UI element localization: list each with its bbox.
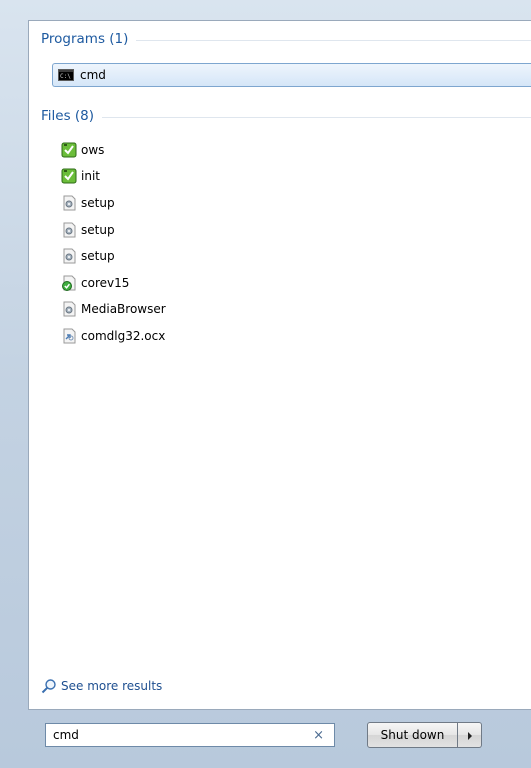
group-divider xyxy=(136,39,531,41)
checked-file-icon xyxy=(61,275,77,291)
see-more-label: See more results xyxy=(61,679,163,693)
settings-file-icon xyxy=(61,301,77,317)
start-menu-bottom-bar: cmd × Shut down xyxy=(28,709,531,759)
file-item-label: MediaBrowser xyxy=(81,302,166,316)
file-item-label: setup xyxy=(81,223,115,237)
group-divider xyxy=(102,116,531,118)
script-file-icon xyxy=(61,142,77,158)
svg-text:C:\: C:\ xyxy=(60,73,71,80)
search-icon xyxy=(41,678,57,694)
settings-file-icon xyxy=(61,248,77,264)
chevron-right-icon xyxy=(466,726,474,745)
script-file-icon xyxy=(61,168,77,184)
search-results-panel: Programs (1) C:\ cmd Files (8) ows init … xyxy=(28,20,531,710)
file-item-label: setup xyxy=(81,249,115,263)
file-item-mediabrowser[interactable]: MediaBrowser xyxy=(61,299,166,319)
file-item-ows[interactable]: ows xyxy=(61,140,104,160)
file-item-label: setup xyxy=(81,196,115,210)
programs-group-header[interactable]: Programs (1) xyxy=(41,29,531,49)
files-group-header[interactable]: Files (8) xyxy=(41,106,531,126)
file-item-setup[interactable]: setup xyxy=(61,193,115,213)
file-item-comdlg32[interactable]: comdlg32.ocx xyxy=(61,326,165,346)
programs-group-title: Programs (1) xyxy=(41,31,129,47)
files-group-title: Files (8) xyxy=(41,108,95,124)
file-item-corev15[interactable]: corev15 xyxy=(61,273,129,293)
search-input-value[interactable]: cmd xyxy=(53,728,313,742)
file-item-label: ows xyxy=(81,143,105,157)
program-item-label: cmd xyxy=(80,68,106,82)
search-input[interactable]: cmd × xyxy=(45,723,335,747)
program-item-cmd[interactable]: C:\ cmd xyxy=(52,63,531,87)
file-item-init[interactable]: init xyxy=(61,166,100,186)
activex-file-icon xyxy=(61,328,77,344)
file-item-setup[interactable]: setup xyxy=(61,220,115,240)
settings-file-icon xyxy=(61,222,77,238)
file-item-setup[interactable]: setup xyxy=(61,246,115,266)
see-more-results-link[interactable]: See more results xyxy=(41,676,162,696)
shutdown-options-button[interactable] xyxy=(458,722,482,748)
settings-file-icon xyxy=(61,195,77,211)
shutdown-button[interactable]: Shut down xyxy=(367,722,458,748)
file-item-label: init xyxy=(81,169,100,183)
file-item-label: comdlg32.ocx xyxy=(81,329,166,343)
shutdown-label: Shut down xyxy=(380,728,445,742)
clear-search-icon[interactable]: × xyxy=(313,728,324,743)
shutdown-button-group: Shut down xyxy=(367,722,482,748)
file-item-label: corev15 xyxy=(81,276,130,290)
cmd-console-icon: C:\ xyxy=(58,67,74,83)
